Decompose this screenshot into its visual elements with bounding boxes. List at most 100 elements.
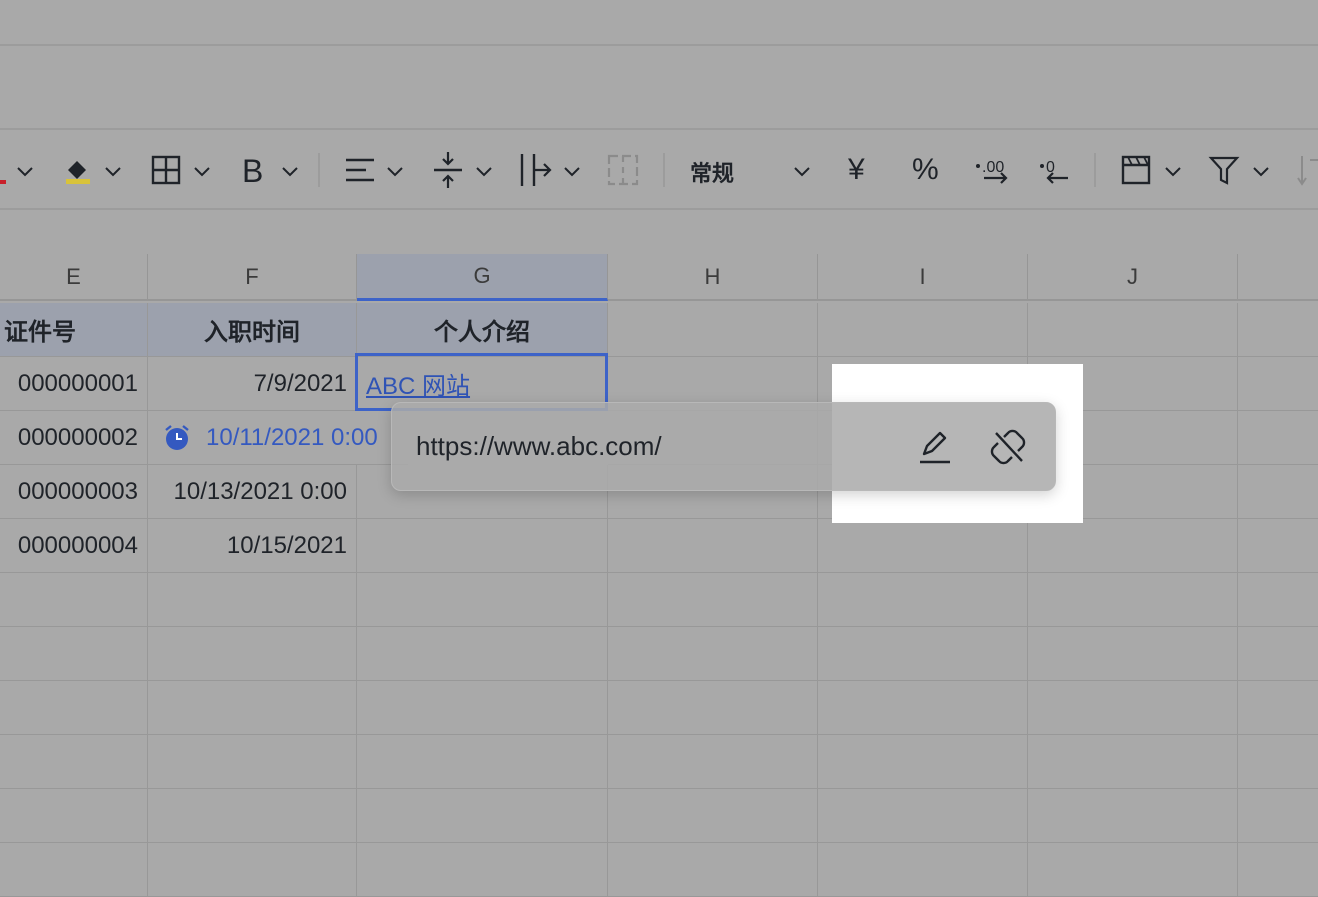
column-header-g[interactable]: G bbox=[357, 254, 608, 301]
cell-k1[interactable] bbox=[1238, 303, 1318, 357]
filter-button[interactable] bbox=[1208, 148, 1272, 192]
border-grid-icon bbox=[151, 155, 210, 185]
cell-e11[interactable] bbox=[0, 843, 148, 897]
cell-e7[interactable] bbox=[0, 627, 148, 681]
cell-f10[interactable] bbox=[148, 789, 357, 843]
svg-text:0: 0 bbox=[1046, 159, 1055, 176]
cell-e5[interactable]: 000000004 bbox=[0, 519, 148, 573]
cell-j8[interactable] bbox=[1028, 681, 1238, 735]
cell-j10[interactable] bbox=[1028, 789, 1238, 843]
freeze-button[interactable] bbox=[1120, 148, 1184, 192]
border-button[interactable] bbox=[150, 148, 214, 192]
merge-cells-button[interactable] bbox=[606, 148, 642, 192]
remove-link-button[interactable] bbox=[986, 425, 1030, 469]
cell-h9[interactable] bbox=[608, 735, 818, 789]
cell-i9[interactable] bbox=[818, 735, 1028, 789]
cell-f6[interactable] bbox=[148, 573, 357, 627]
text-wrap-button[interactable] bbox=[518, 148, 582, 192]
cell-k8[interactable] bbox=[1238, 681, 1318, 735]
sort-button[interactable] bbox=[1296, 148, 1318, 192]
cell-j9[interactable] bbox=[1028, 735, 1238, 789]
cell-f8[interactable] bbox=[148, 681, 357, 735]
cell-f9[interactable] bbox=[148, 735, 357, 789]
cell-j1[interactable] bbox=[1028, 303, 1238, 357]
number-format-label[interactable]: 常规 bbox=[690, 156, 734, 188]
cell-g8[interactable] bbox=[357, 681, 608, 735]
currency-button[interactable]: ¥ bbox=[848, 148, 865, 192]
cell-f3[interactable]: 10/11/2021 0:00 bbox=[148, 411, 408, 465]
cell-e10[interactable] bbox=[0, 789, 148, 843]
vertical-align-button[interactable] bbox=[432, 148, 494, 192]
column-header-e[interactable]: E bbox=[0, 254, 148, 301]
cell-f7[interactable] bbox=[148, 627, 357, 681]
cell-k9[interactable] bbox=[1238, 735, 1318, 789]
number-format-dropdown[interactable] bbox=[790, 148, 814, 192]
fill-color-button[interactable] bbox=[62, 148, 126, 192]
cell-k11[interactable] bbox=[1238, 843, 1318, 897]
cell-e1[interactable]: 证件号 bbox=[0, 303, 148, 357]
svg-text:B: B bbox=[242, 153, 263, 189]
edit-link-button[interactable] bbox=[913, 425, 957, 469]
freeze-panes-icon bbox=[1121, 155, 1181, 185]
cell-i11[interactable] bbox=[818, 843, 1028, 897]
hyperlink-url[interactable]: https://www.abc.com/ bbox=[416, 431, 662, 462]
cell-h6[interactable] bbox=[608, 573, 818, 627]
merge-cells-icon bbox=[607, 154, 639, 186]
cell-k2[interactable] bbox=[1238, 357, 1318, 411]
cell-j5[interactable] bbox=[1028, 519, 1238, 573]
column-header-i[interactable]: I bbox=[818, 254, 1028, 301]
cell-i7[interactable] bbox=[818, 627, 1028, 681]
cell-k6[interactable] bbox=[1238, 573, 1318, 627]
decrease-decimal-button[interactable]: 0 bbox=[1038, 148, 1074, 192]
font-color-icon bbox=[0, 167, 33, 184]
cell-i8[interactable] bbox=[818, 681, 1028, 735]
cell-e6[interactable] bbox=[0, 573, 148, 627]
cell-f4[interactable]: 10/13/2021 0:00 bbox=[148, 465, 357, 519]
cell-f2[interactable]: 7/9/2021 bbox=[148, 357, 357, 411]
cell-k10[interactable] bbox=[1238, 789, 1318, 843]
column-header-h[interactable]: H bbox=[608, 254, 818, 301]
column-header-k[interactable] bbox=[1238, 254, 1318, 301]
cell-g6[interactable] bbox=[357, 573, 608, 627]
cell-g9[interactable] bbox=[357, 735, 608, 789]
horizontal-align-button[interactable] bbox=[344, 148, 406, 192]
cell-h5[interactable] bbox=[608, 519, 818, 573]
cell-f5[interactable]: 10/15/2021 bbox=[148, 519, 357, 573]
cell-k4[interactable] bbox=[1238, 465, 1318, 519]
column-header-f[interactable]: F bbox=[148, 254, 357, 301]
cell-j6[interactable] bbox=[1028, 573, 1238, 627]
formula-bar bbox=[0, 210, 1318, 254]
cell-h7[interactable] bbox=[608, 627, 818, 681]
cell-e2[interactable]: 000000001 bbox=[0, 357, 148, 411]
increase-decimal-button[interactable]: .00 bbox=[974, 148, 1010, 192]
cell-h10[interactable] bbox=[608, 789, 818, 843]
cell-i6[interactable] bbox=[818, 573, 1028, 627]
cell-i10[interactable] bbox=[818, 789, 1028, 843]
cell-e9[interactable] bbox=[0, 735, 148, 789]
percent-button[interactable]: % bbox=[912, 148, 939, 192]
cell-k7[interactable] bbox=[1238, 627, 1318, 681]
cell-i5[interactable] bbox=[818, 519, 1028, 573]
unlink-icon bbox=[990, 429, 1026, 465]
cell-j7[interactable] bbox=[1028, 627, 1238, 681]
cell-i1[interactable] bbox=[818, 303, 1028, 357]
cell-e3[interactable]: 000000002 bbox=[0, 411, 148, 465]
cell-h1[interactable] bbox=[608, 303, 818, 357]
cell-g11[interactable] bbox=[357, 843, 608, 897]
cell-j11[interactable] bbox=[1028, 843, 1238, 897]
cell-e4[interactable]: 000000003 bbox=[0, 465, 148, 519]
cell-g5[interactable] bbox=[357, 519, 608, 573]
cell-h11[interactable] bbox=[608, 843, 818, 897]
cell-h8[interactable] bbox=[608, 681, 818, 735]
column-header-j[interactable]: J bbox=[1028, 254, 1238, 301]
cell-k3[interactable] bbox=[1238, 411, 1318, 465]
cell-g1[interactable]: 个人介绍 bbox=[357, 303, 608, 357]
cell-g10[interactable] bbox=[357, 789, 608, 843]
cell-f1[interactable]: 入职时间 bbox=[148, 303, 357, 357]
cell-g7[interactable] bbox=[357, 627, 608, 681]
font-color-button[interactable] bbox=[0, 148, 40, 192]
bold-button[interactable]: B bbox=[240, 148, 302, 192]
cell-f11[interactable] bbox=[148, 843, 357, 897]
cell-k5[interactable] bbox=[1238, 519, 1318, 573]
cell-e8[interactable] bbox=[0, 681, 148, 735]
